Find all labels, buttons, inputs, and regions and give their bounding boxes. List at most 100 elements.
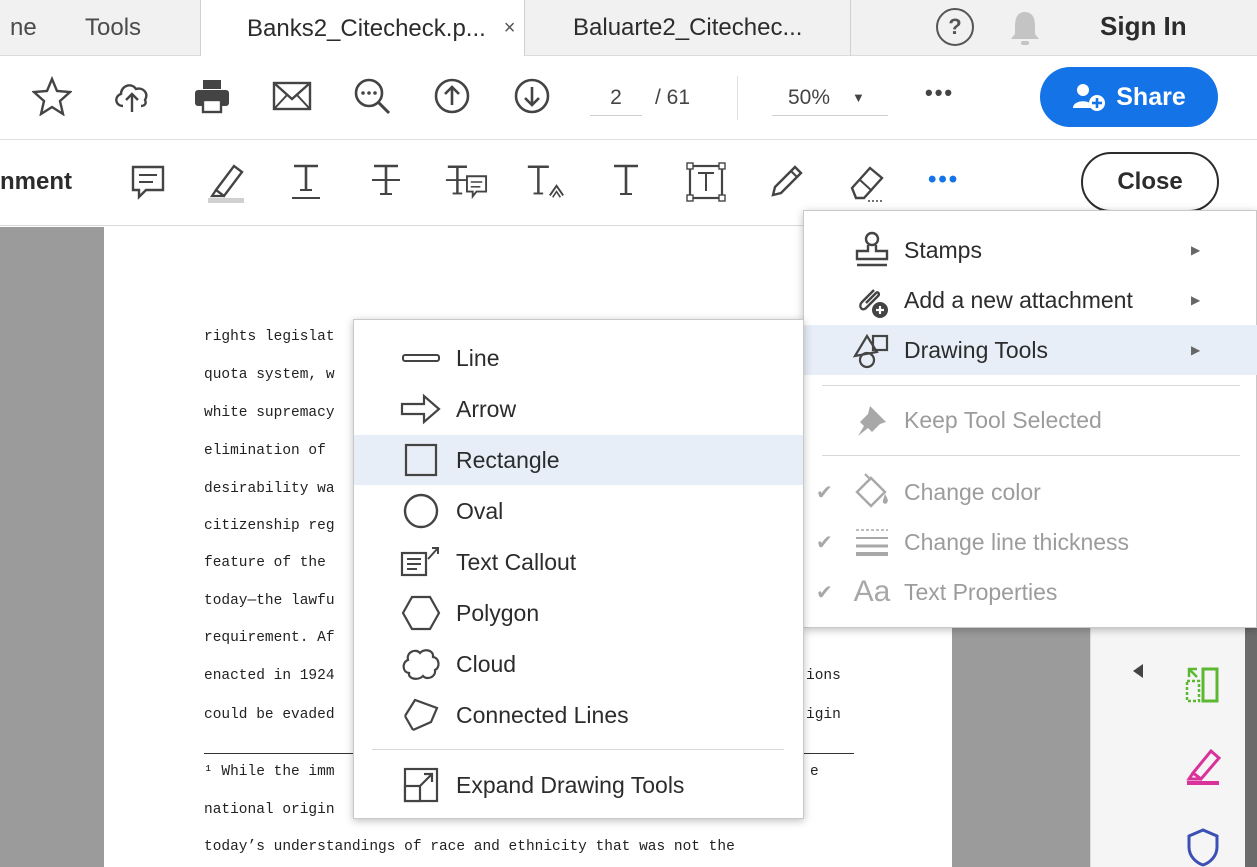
rectangle-icon	[400, 439, 442, 481]
menu-item-label: Rectangle	[456, 446, 560, 473]
arrow-icon	[400, 388, 442, 430]
menu-item-label: Expand Drawing Tools	[456, 771, 685, 798]
doc-text-line: feature of the	[204, 555, 326, 571]
strikethrough-text-icon[interactable]	[364, 160, 408, 204]
footnote-line: today’s understandings of race and ethni…	[204, 839, 735, 855]
pencil-icon[interactable]	[764, 160, 808, 204]
tab-close-icon[interactable]: ×	[504, 17, 516, 40]
text-callout-icon	[400, 541, 442, 583]
star-icon[interactable]	[30, 74, 74, 118]
doc-text-line: quota system, w	[204, 367, 335, 383]
footnote-line: ¹ While the imm	[204, 764, 335, 780]
insert-text-icon[interactable]	[524, 160, 568, 204]
doc-text-line: white supremacy	[204, 405, 335, 421]
chevron-down-icon: ▼	[852, 90, 865, 105]
print-icon[interactable]	[190, 74, 234, 118]
add-text-icon[interactable]	[604, 160, 648, 204]
doc-text-line: enacted in 1924	[204, 668, 335, 684]
text-box-icon[interactable]	[684, 160, 728, 204]
cloud-upload-icon[interactable]	[110, 74, 154, 118]
zoom-dropdown[interactable]: 50% ▼	[772, 80, 888, 116]
sign-in-link[interactable]: Sign In	[1100, 0, 1187, 52]
share-button[interactable]: Share	[1040, 67, 1218, 127]
menu-item-polygon[interactable]: Polygon	[354, 588, 803, 638]
line-thickness-icon	[850, 520, 894, 564]
next-page-icon[interactable]	[510, 74, 554, 118]
menu-item-label: Cloud	[456, 650, 517, 677]
menu-item-connected-lines[interactable]: Connected Lines	[354, 690, 803, 740]
menu-item-text-callout[interactable]: Text Callout	[354, 537, 803, 587]
menu-item-add-attachment[interactable]: Add a new attachment ▶	[804, 275, 1257, 325]
doc-text-line: today—the lawfu	[204, 593, 335, 609]
zoom-out-icon[interactable]	[350, 74, 394, 118]
drawing-tools-icon	[850, 328, 894, 372]
highlight-icon[interactable]	[204, 160, 248, 204]
tab-home[interactable]: ne	[10, 0, 37, 56]
tab-document-banks2[interactable]: Banks2_Citecheck.p... ×	[200, 0, 525, 57]
menu-item-label: Text Callout	[456, 548, 577, 575]
menu-item-oval[interactable]: Oval	[354, 486, 803, 536]
menu-item-label: Connected Lines	[456, 701, 629, 728]
fill-sign-icon[interactable]	[1183, 745, 1223, 790]
menu-item-drawing-tools[interactable]: Drawing Tools ▶	[804, 325, 1257, 375]
menu-item-cloud[interactable]: Cloud	[354, 639, 803, 689]
previous-page-icon[interactable]	[430, 74, 474, 118]
more-comment-tools-button[interactable]: •••	[928, 166, 959, 194]
menu-item-expand-drawing-tools[interactable]: Expand Drawing Tools	[354, 760, 803, 810]
menu-item-arrow[interactable]: Arrow	[354, 384, 803, 434]
page-number-input[interactable]: 2	[590, 80, 642, 116]
notification-bell-icon[interactable]	[1008, 8, 1042, 53]
comment-tool-label: nment	[0, 168, 72, 195]
paint-bucket-icon	[850, 470, 894, 514]
email-icon[interactable]	[270, 74, 314, 118]
submenu-arrow-icon: ▶	[1191, 343, 1201, 357]
toolbar-divider	[737, 76, 738, 120]
tab-tools[interactable]: Tools	[85, 0, 141, 56]
tab-document-banks2-label: Banks2_Citecheck.p...	[247, 14, 486, 42]
menu-item-label: Arrow	[456, 395, 517, 422]
protect-shield-icon[interactable]	[1185, 827, 1221, 867]
pin-icon	[850, 398, 894, 442]
menu-item-label: Stamps	[904, 236, 982, 263]
menu-item-text-properties: ✔ Aa Text Properties	[804, 567, 1257, 617]
page-number-value: 2	[610, 85, 622, 109]
underline-text-icon[interactable]	[284, 160, 328, 204]
eraser-icon[interactable]	[844, 160, 888, 204]
main-toolbar: 2 / 61 50% ▼ ••• Share	[0, 56, 1257, 140]
menu-item-change-line-thickness: ✔ Change line thickness	[804, 517, 1257, 567]
drawing-tools-submenu: Line Arrow Rectangle Oval Text Callout P…	[353, 319, 804, 819]
tab-tools-label: Tools	[85, 14, 142, 41]
tab-document-baluarte2[interactable]: Baluarte2_Citechec...	[526, 0, 851, 56]
checkmark-icon: ✔	[816, 531, 833, 554]
doc-text-line: requirement. Af	[204, 630, 335, 646]
doc-text-fragment: e	[810, 764, 819, 780]
checkmark-icon: ✔	[816, 581, 833, 604]
doc-text-fragment: ions	[806, 668, 841, 684]
more-icon: •••	[925, 80, 955, 105]
tab-bar: ne Tools Banks2_Citecheck.p... × Baluart…	[0, 0, 1257, 57]
menu-item-label: Add a new attachment	[904, 286, 1133, 313]
menu-item-label: Polygon	[456, 599, 540, 626]
menu-divider	[822, 385, 1240, 386]
collapse-pane-icon[interactable]	[1131, 662, 1145, 685]
close-button[interactable]: Close	[1081, 152, 1219, 212]
more-tools-button[interactable]: •••	[925, 80, 954, 106]
connected-lines-icon	[400, 694, 442, 736]
menu-item-stamps[interactable]: Stamps ▶	[804, 225, 1257, 275]
menu-item-rectangle[interactable]: Rectangle	[354, 435, 803, 485]
menu-item-line[interactable]: Line	[354, 333, 803, 383]
submenu-arrow-icon: ▶	[1191, 243, 1201, 257]
organize-pages-icon[interactable]	[1183, 665, 1223, 710]
menu-item-label: Change line thickness	[904, 528, 1130, 555]
menu-item-label: Change color	[904, 478, 1041, 505]
close-label: Close	[1117, 168, 1183, 195]
sticky-note-icon[interactable]	[126, 160, 170, 204]
doc-text-fragment: igin	[806, 707, 841, 723]
share-label: Share	[1116, 82, 1186, 111]
replace-text-icon[interactable]	[444, 160, 488, 204]
help-icon[interactable]: ?	[936, 8, 974, 46]
help-icon-glyph: ?	[948, 14, 962, 39]
tab-home-label: ne	[10, 14, 37, 41]
page-total-label: / 61	[655, 86, 691, 109]
menu-item-label: Oval	[456, 497, 504, 524]
